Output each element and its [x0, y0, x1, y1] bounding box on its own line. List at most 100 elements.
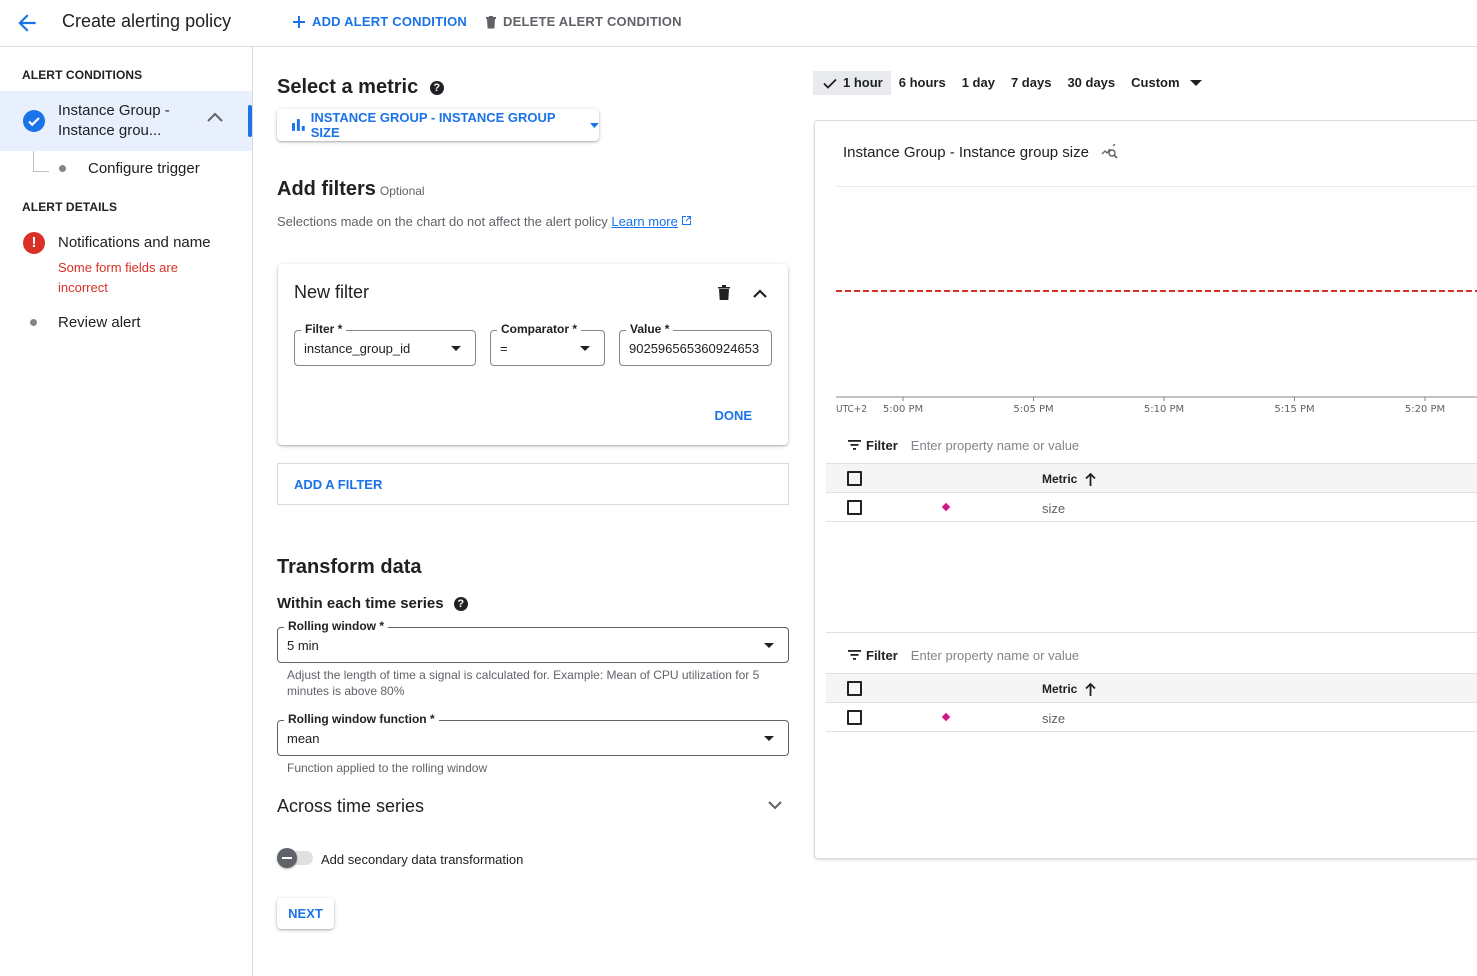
- rolling-window-label: Rolling window *: [284, 619, 388, 633]
- filters-description-text: Selections made on the chart do not affe…: [277, 214, 608, 229]
- check-circle-icon: [23, 110, 45, 132]
- legend-filter-1: Filter: [848, 435, 1211, 455]
- review-label: Review alert: [58, 314, 141, 331]
- sidebar-item-condition[interactable]: Instance Group - Instance grou...: [0, 91, 252, 151]
- transform-data-heading: Transform data: [277, 556, 422, 578]
- legend-filter-label[interactable]: Filter: [866, 438, 898, 453]
- trash-icon: [718, 285, 730, 300]
- legend-filter-label[interactable]: Filter: [866, 648, 898, 663]
- comparator-select[interactable]: Comparator * =: [490, 322, 605, 366]
- legend-table-header: Metric: [826, 463, 1477, 493]
- value-input[interactable]: Value * 902596565360924653: [619, 322, 772, 366]
- select-metric-heading: Select a metric ?: [277, 76, 444, 99]
- next-button[interactable]: NEXT: [277, 898, 334, 929]
- error-icon: !: [23, 232, 45, 254]
- dropdown-caret-icon: [764, 736, 774, 741]
- row-checkbox[interactable]: [847, 500, 862, 515]
- time-range-30-days[interactable]: 30 days: [1059, 71, 1123, 95]
- new-filter-title: New filter: [294, 282, 370, 302]
- plus-icon: [293, 15, 305, 28]
- learn-more-link[interactable]: Learn more: [611, 214, 677, 229]
- legend-table-header: Metric: [826, 673, 1477, 703]
- chart-title: Instance Group - Instance group size: [843, 144, 1089, 161]
- arrow-up-icon: [1085, 472, 1096, 486]
- metric-selector-button[interactable]: INSTANCE GROUP - INSTANCE GROUP SIZE: [277, 109, 599, 141]
- time-range-7-days[interactable]: 7 days: [1003, 71, 1059, 95]
- time-range-selector: 1 hour 6 hours 1 day 7 days 30 days Cust…: [813, 71, 1210, 95]
- toggle-knob: [277, 848, 297, 868]
- value-input-label: Value *: [626, 322, 674, 336]
- rolling-function-hint: Function applied to the rolling window: [287, 761, 488, 775]
- series-color-marker: [941, 502, 951, 512]
- metric-column-label: Metric: [1042, 682, 1078, 696]
- within-time-series-title: Within each time series: [277, 595, 444, 612]
- add-filters-title: Add filters: [277, 178, 376, 200]
- delete-alert-condition-label: DELETE ALERT CONDITION: [503, 14, 682, 29]
- time-range-1-day[interactable]: 1 day: [954, 71, 1003, 95]
- optional-label: Optional: [379, 184, 425, 198]
- series-color-marker: [941, 712, 951, 722]
- query-stats-icon: [1101, 143, 1118, 159]
- alert-details-heading: ALERT DETAILS: [22, 200, 118, 214]
- metric-column-header[interactable]: Metric: [1042, 682, 1096, 696]
- legend-filter-input[interactable]: [910, 437, 1211, 453]
- delete-filter-button[interactable]: [718, 285, 730, 305]
- back-button[interactable]: [14, 10, 40, 36]
- x-tick-label: 5:10 PM: [1144, 404, 1184, 415]
- filter-list-icon: [848, 650, 861, 660]
- time-range-6-hours[interactable]: 6 hours: [891, 71, 954, 95]
- rolling-window-hint: Adjust the length of time a signal is ca…: [287, 668, 760, 698]
- delete-alert-condition-button[interactable]: DELETE ALERT CONDITION: [485, 14, 682, 29]
- chevron-up-icon[interactable]: [206, 111, 224, 123]
- help-icon[interactable]: ?: [429, 80, 444, 95]
- trash-icon: [486, 15, 496, 28]
- collapse-filter-button[interactable]: [752, 286, 768, 304]
- dropdown-caret-icon: [580, 346, 590, 351]
- notifications-error-text: Some form fields are incorrect: [58, 260, 178, 295]
- metric-selected-label: INSTANCE GROUP - INSTANCE GROUP SIZE: [310, 110, 556, 140]
- add-alert-condition-button[interactable]: ADD ALERT CONDITION: [292, 14, 467, 29]
- filter-list-icon: [848, 440, 861, 450]
- select-all-checkbox[interactable]: [847, 681, 862, 696]
- across-time-series-title: Across time series: [277, 796, 425, 816]
- add-a-filter-label: ADD A FILTER: [294, 477, 383, 492]
- bar-chart-icon: [292, 119, 305, 131]
- metric-value: size: [1042, 711, 1066, 726]
- time-range-1-hour[interactable]: 1 hour: [813, 71, 891, 95]
- x-tick-label: 5:20 PM: [1405, 404, 1445, 415]
- time-range-custom[interactable]: Custom: [1123, 71, 1209, 95]
- new-filter-card: New filter Filter * instance_group_id Co…: [278, 264, 788, 445]
- metric-column-header[interactable]: Metric: [1042, 472, 1096, 486]
- row-checkbox[interactable]: [847, 710, 862, 725]
- dropdown-caret-icon: [590, 122, 599, 128]
- across-time-series-expander[interactable]: Across time series: [277, 796, 789, 820]
- sidebar-item-review[interactable]: Review alert: [30, 314, 141, 331]
- comparator-select-label: Comparator *: [497, 322, 582, 336]
- external-link-icon: [682, 216, 692, 225]
- add-a-filter-button[interactable]: ADD A FILTER: [277, 463, 789, 505]
- done-button[interactable]: DONE: [714, 408, 752, 423]
- section-divider: [826, 632, 1477, 633]
- legend-filter-input[interactable]: [910, 647, 1211, 663]
- arrow-back-icon: [18, 14, 36, 32]
- help-icon[interactable]: ?: [453, 597, 468, 612]
- dropdown-caret-icon: [1189, 80, 1202, 86]
- sidebar-item-configure-trigger[interactable]: Configure trigger: [59, 160, 200, 177]
- within-time-series-heading: Within each time series ?: [277, 595, 468, 612]
- filter-select[interactable]: Filter * instance_group_id: [294, 322, 476, 366]
- chevron-down-icon: [768, 801, 782, 810]
- rolling-function-select[interactable]: Rolling window function * mean: [277, 712, 789, 756]
- legend-filter-2: Filter: [848, 645, 1211, 665]
- value-input-value: 902596565360924653: [629, 341, 760, 356]
- rolling-window-select[interactable]: Rolling window * 5 min: [277, 619, 789, 663]
- secondary-transformation-toggle[interactable]: [277, 848, 315, 868]
- select-all-checkbox[interactable]: [847, 471, 862, 486]
- rolling-function-label: Rolling window function *: [284, 712, 439, 726]
- explore-data-button[interactable]: [1101, 143, 1119, 165]
- configure-trigger-label: Configure trigger: [88, 160, 200, 177]
- bullet-icon: [30, 319, 37, 326]
- rolling-function-value: mean: [287, 731, 320, 746]
- legend-table-row: size: [826, 493, 1477, 522]
- alert-conditions-heading: ALERT CONDITIONS: [22, 68, 143, 82]
- x-tick-label: 5:05 PM: [1013, 404, 1053, 415]
